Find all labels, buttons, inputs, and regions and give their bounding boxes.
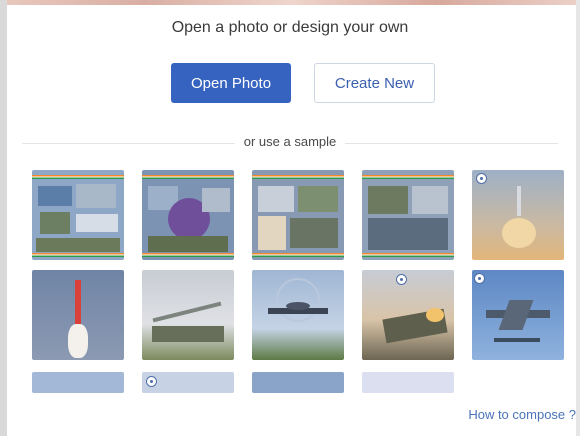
create-new-button[interactable]: Create New (314, 63, 435, 103)
open-photo-button[interactable]: Open Photo (171, 63, 291, 103)
sample-tile-10[interactable] (472, 270, 564, 360)
emblem-icon (396, 274, 407, 285)
sample-tile-6[interactable] (32, 270, 124, 360)
sample-tile-11[interactable] (32, 372, 124, 393)
left-frame-border (0, 0, 7, 436)
how-to-compose-link[interactable]: How to compose ? (468, 407, 576, 422)
sample-tile-9[interactable] (362, 270, 454, 360)
page-title: Open a photo or design your own (171, 19, 409, 36)
sample-tile-13[interactable] (252, 372, 344, 393)
emblem-icon (476, 173, 487, 184)
sample-tile-7[interactable] (142, 270, 234, 360)
sample-tile-3[interactable] (252, 170, 344, 260)
sample-tile-8[interactable] (252, 270, 344, 360)
emblem-icon (474, 273, 485, 284)
sample-tile-1[interactable] (32, 170, 124, 260)
emblem-icon (146, 376, 157, 387)
sample-tile-12[interactable] (142, 372, 234, 393)
right-frame-edge (576, 0, 580, 436)
sample-tile-4[interactable] (362, 170, 454, 260)
sample-tile-14[interactable] (362, 372, 454, 393)
sample-divider-label: or use a sample (0, 134, 580, 149)
sample-tile-2[interactable] (142, 170, 234, 260)
top-photo-strip (0, 0, 580, 5)
sample-tile-5[interactable] (472, 170, 564, 260)
